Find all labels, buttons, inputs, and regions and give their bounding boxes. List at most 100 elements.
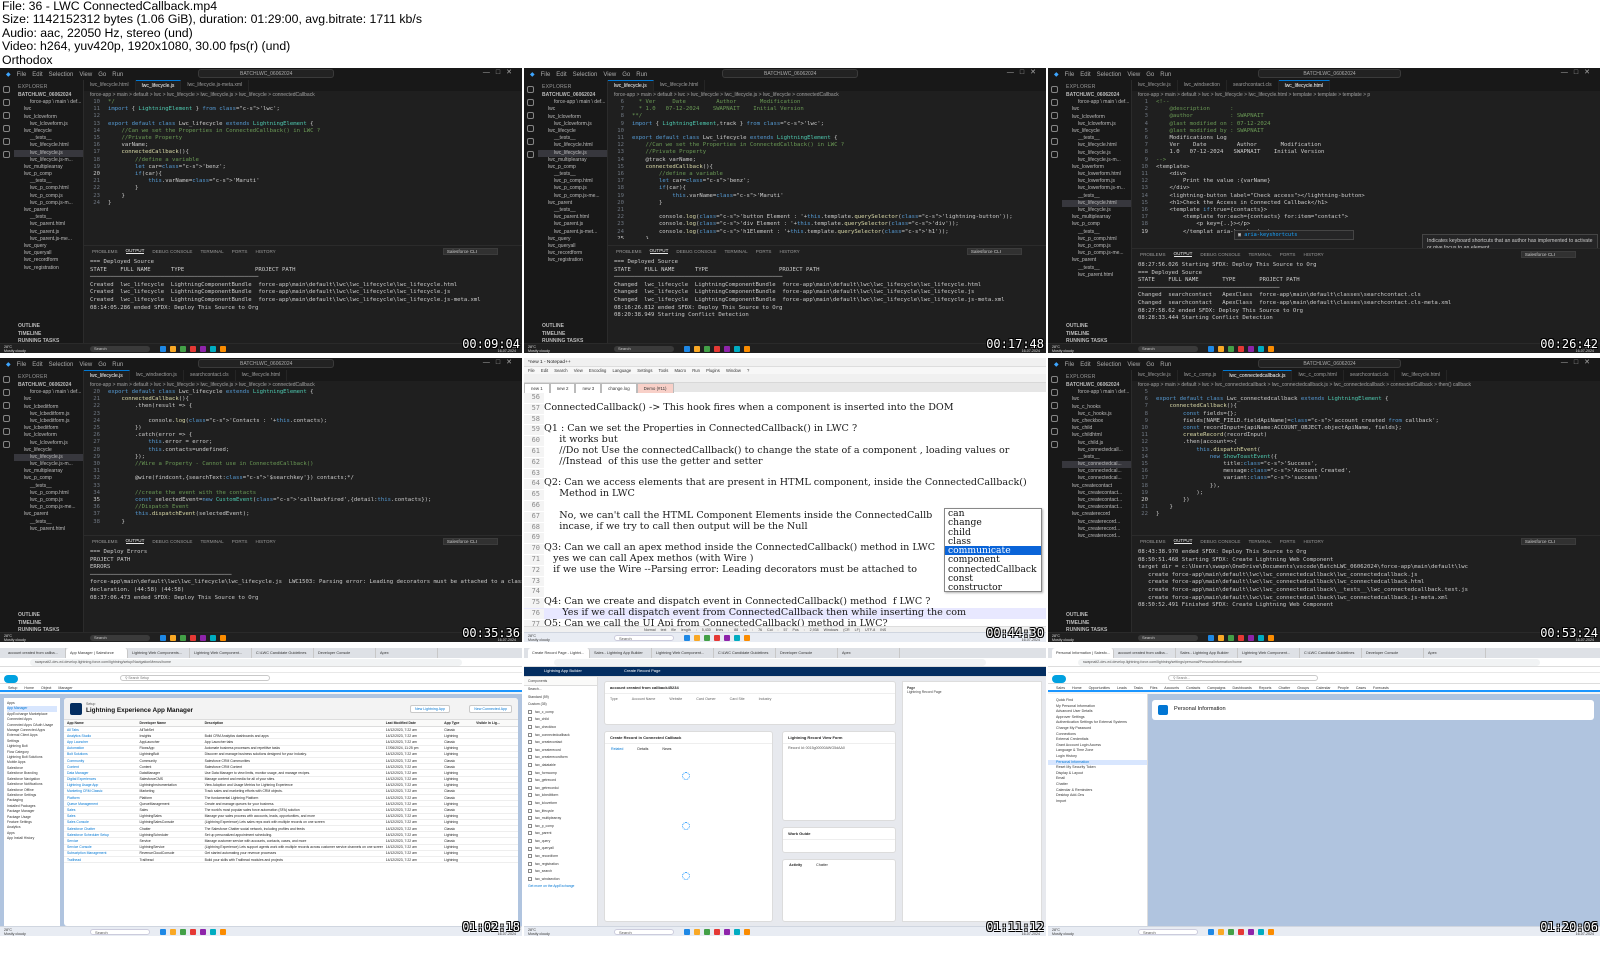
nav-item[interactable]: Groups: [1297, 686, 1309, 690]
code-editor[interactable]: 10 */ 11 import { LightningElement } from c…: [84, 99, 522, 239]
taskbar-app-icon[interactable]: [714, 346, 720, 352]
explorer-item[interactable]: lwc_lifecycle.js: [538, 149, 607, 157]
output-channel-select[interactable]: Salesforce CLI: [1520, 250, 1576, 258]
code-line[interactable]: 3 @author : SWAPNAIT: [1132, 113, 1600, 120]
custom-components[interactable]: Custom (35): [524, 701, 597, 709]
browser-tab[interactable]: Apex: [838, 648, 900, 658]
explorer-item[interactable]: __tests__: [1062, 454, 1131, 461]
menu-edit[interactable]: Edit: [556, 72, 566, 78]
browser-tab[interactable]: Developer Console: [314, 648, 376, 658]
panel-tab[interactable]: OUTPUT: [125, 538, 145, 544]
menu-selection[interactable]: Selection: [1097, 72, 1122, 78]
taskbar-app-icon[interactable]: [1248, 635, 1254, 641]
taskbar-app-icon[interactable]: [734, 346, 740, 352]
explorer-item[interactable]: lwc_p_comp.html: [1062, 236, 1131, 243]
menu-edit[interactable]: Edit: [1080, 362, 1090, 368]
record-view-card[interactable]: Lightning Record View Form Record Id: 001…: [782, 731, 896, 821]
component-item[interactable]: lwc_getrecordui: [524, 785, 597, 793]
code-line[interactable]: 6 export default class Lwc_connectedcallb…: [1132, 396, 1600, 403]
breadcrumb[interactable]: force-app > main > default > lwc > lwc_c…: [1132, 381, 1600, 389]
salesforce-icon[interactable]: [3, 441, 10, 448]
code-line[interactable]: 14 <lightning-button label="Check access…: [1132, 193, 1600, 200]
global-search[interactable]: ⚲ Search...: [1168, 675, 1318, 681]
explorer-item[interactable]: lwc_lcloveform.js: [538, 121, 607, 128]
explorer-item[interactable]: lwc_parent: [14, 511, 83, 518]
code-line[interactable]: 13 export default class Lwc_lifecycle ext…: [84, 121, 522, 128]
tab-news[interactable]: News: [662, 747, 671, 751]
search-icon[interactable]: [3, 99, 10, 106]
nav-item[interactable]: Campaigns: [1207, 686, 1225, 690]
thumbnail-3[interactable]: ◆ File Edit Selection View Go Run BATCHLWC_0606…: [1048, 68, 1600, 353]
explorer-item[interactable]: lwc_connectedcal...: [1062, 468, 1131, 475]
explorer-item[interactable]: lwc_parent.html: [1062, 272, 1131, 279]
search-icon[interactable]: [1051, 389, 1058, 396]
explorer-item[interactable]: lwc_lifecycle: [14, 128, 83, 135]
weather-widget[interactable]: 28°C Mostly cloudy: [4, 345, 26, 353]
explorer-item[interactable]: lwc_p_comp.js: [14, 497, 83, 504]
editor-tab[interactable]: lwc_connectedcallback.js: [1223, 370, 1293, 381]
nav-item[interactable]: Calendar: [1316, 686, 1331, 690]
explorer-item[interactable]: lwc_queryall: [538, 243, 607, 250]
nav-item[interactable]: Files: [1150, 686, 1158, 690]
menu-run[interactable]: Run: [1160, 362, 1171, 368]
explorer-item[interactable]: force-app \ main \ def...: [14, 389, 83, 396]
explorer-item[interactable]: lwc_recordform: [538, 250, 607, 257]
salesforce-icon[interactable]: [1051, 151, 1058, 158]
explorer-item[interactable]: lwc: [14, 106, 83, 113]
activity-bar[interactable]: [1048, 80, 1062, 345]
command-center[interactable]: BATCHLWC_06062024: [198, 69, 335, 78]
code-line[interactable]: 21: [608, 207, 1046, 214]
taskbar-app-icon[interactable]: [200, 929, 206, 935]
browser-tab[interactable]: C:\LWC Candidate Guidelines: [252, 648, 314, 658]
panel-tab[interactable]: PROBLEMS: [1140, 539, 1166, 544]
nav-home[interactable]: Home: [24, 686, 34, 690]
menu-file[interactable]: File: [17, 72, 27, 78]
taskbar-app-icon[interactable]: [220, 635, 226, 641]
component-item[interactable]: lwc_createrecordform: [524, 754, 597, 762]
code-line[interactable]: 7 Ver Date Author Modification: [1132, 142, 1600, 149]
window-controls[interactable]: —□✕: [1561, 358, 1596, 366]
appexchange-link[interactable]: Get more on the AppExchange: [524, 883, 597, 891]
explorer-item[interactable]: __tests__: [14, 483, 83, 490]
code-line[interactable]: 17 connectedCallback(){: [84, 149, 522, 156]
explorer-item[interactable]: __tests__: [538, 135, 607, 142]
taskbar-app-icon[interactable]: [704, 635, 710, 641]
component-item[interactable]: lwc_getrecord: [524, 777, 597, 785]
component-item[interactable]: lwc_recordform: [524, 853, 597, 861]
taskbar-app-icon[interactable]: [1208, 929, 1214, 935]
explorer-item[interactable]: lwc: [1062, 106, 1131, 113]
extensions-icon[interactable]: [1051, 138, 1058, 145]
nav-item[interactable]: Reports: [1259, 686, 1272, 690]
command-center[interactable]: BATCHLWC_06062024: [1257, 69, 1402, 78]
tab-activity[interactable]: Activity: [789, 863, 802, 867]
standard-components[interactable]: Standard (59): [524, 694, 597, 702]
editor-tab[interactable]: lwc_lifecycle.html: [236, 370, 288, 381]
taskbar-app-icon[interactable]: [160, 635, 166, 641]
code-line[interactable]: 24}: [84, 200, 522, 207]
editor-tab[interactable]: searchcontact.cls: [1227, 80, 1279, 91]
explorer-item[interactable]: BATCHLWC_06062024: [14, 92, 83, 99]
component-item[interactable]: lwc_windsection: [524, 876, 597, 884]
taskbar-search[interactable]: Search: [90, 346, 150, 352]
code-line[interactable]: 12 Print the value :{varName}: [1132, 178, 1600, 185]
taskbar-app-icon[interactable]: [714, 635, 720, 641]
thumbnail-9[interactable]: Personal Information | Salesfo... account…: [1048, 648, 1600, 936]
menu-go[interactable]: Go: [1146, 72, 1154, 78]
suggestion-item[interactable]: aria-keyshortcuts: [1244, 232, 1297, 238]
explorer-item[interactable]: lwc_lcbeditform.js: [14, 418, 83, 425]
record-highlights[interactable]: account created from callback45234 Type Ac…: [604, 681, 896, 725]
taskbar-app-icon[interactable]: [190, 635, 196, 641]
activity-bar[interactable]: [0, 370, 14, 634]
explorer-item[interactable]: lwc_parent: [14, 207, 83, 214]
explorer-item[interactable]: lwc_multiplearray: [14, 164, 83, 171]
panel-tab[interactable]: HISTORY: [779, 249, 799, 254]
editor-tab[interactable]: searchcontact.cls: [1344, 370, 1396, 381]
salesforce-icon[interactable]: [3, 151, 10, 158]
panel-tab[interactable]: HISTORY: [1303, 252, 1323, 257]
text-line[interactable]: 65 Method in LWC: [524, 489, 1046, 500]
code-line[interactable]: 16 message:class="c-s">'Account Created'…: [1132, 468, 1600, 475]
component-item[interactable]: lwc_lcloveform: [524, 800, 597, 808]
code-line[interactable]: 8 **/: [608, 113, 1046, 120]
code-line[interactable]: 9 -->: [1132, 157, 1600, 164]
taskbar-app-icon[interactable]: [734, 635, 740, 641]
